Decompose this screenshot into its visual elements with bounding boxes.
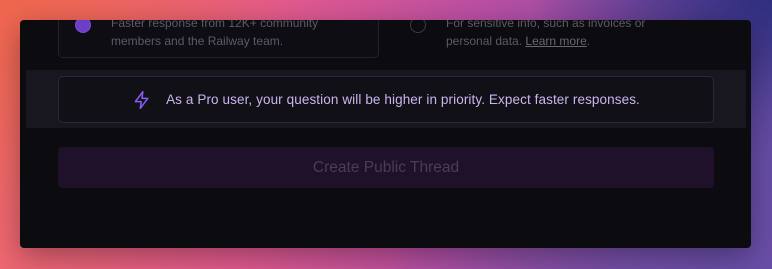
priority-notice: As a Pro user, your question will be hig…: [58, 76, 714, 123]
learn-more-link[interactable]: Learn more: [525, 34, 586, 48]
private-option-desc-line2: personal data. Learn more.: [446, 32, 696, 50]
private-option-desc-suffix: .: [586, 34, 591, 48]
public-option-description: Faster response from 12K+ community memb…: [111, 20, 361, 50]
private-option-desc-line1: For sensitive info, such as invoices or: [446, 20, 646, 30]
private-option-description: For sensitive info, such as invoices or …: [446, 20, 696, 50]
bolt-icon: [132, 90, 152, 110]
new-thread-panel: Faster response from 12K+ community memb…: [20, 20, 751, 248]
public-option-desc-line2: members and the Railway team.: [111, 34, 284, 48]
create-public-thread-button[interactable]: Create Public Thread: [58, 147, 714, 188]
private-thread-option[interactable]: For sensitive info, such as invoices or …: [393, 20, 715, 58]
private-option-desc-prefix: personal data.: [446, 34, 526, 48]
priority-notice-text: As a Pro user, your question will be hig…: [166, 92, 640, 107]
public-option-radio[interactable]: [75, 20, 91, 33]
public-thread-option[interactable]: Faster response from 12K+ community memb…: [58, 20, 379, 58]
public-option-desc-line1: Faster response from 12K+ community: [111, 20, 319, 30]
private-option-radio[interactable]: [410, 20, 426, 33]
